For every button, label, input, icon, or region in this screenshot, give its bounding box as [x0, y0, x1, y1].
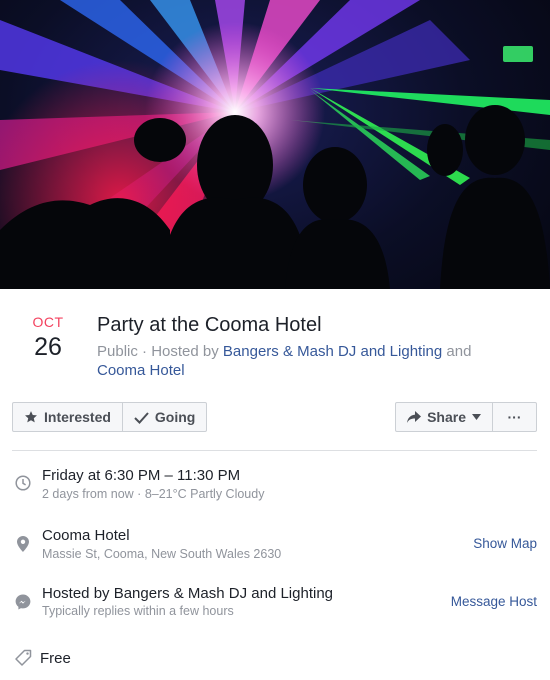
meta-separator: · [142, 343, 152, 360]
going-label: Going [154, 409, 196, 425]
interested-label: Interested [44, 409, 111, 425]
section-divider [12, 450, 537, 451]
host-link-primary[interactable]: Bangers & Mash DJ and Lighting [223, 343, 442, 360]
more-options-label: ··· [507, 409, 522, 425]
message-host-link[interactable]: Message Host [451, 594, 537, 609]
ticket-tag-icon [13, 648, 33, 668]
event-meta: Public · Hosted by Bangers & Mash DJ and… [97, 342, 517, 380]
checkmark-icon [134, 411, 149, 424]
event-time-row: Friday at 6:30 PM – 11:30 PM 2 days from… [0, 464, 550, 504]
share-button[interactable]: Share [396, 403, 492, 431]
interested-button[interactable]: Interested [13, 403, 122, 431]
share-arrow-icon [407, 411, 422, 423]
going-button[interactable]: Going [121, 403, 206, 431]
map-pin-icon [14, 535, 32, 553]
event-privacy: Public [97, 343, 138, 360]
event-time: Friday at 6:30 PM – 11:30 PM [42, 467, 241, 484]
event-day: 26 [34, 333, 62, 361]
event-host-row: Hosted by Bangers & Mash DJ and Lighting… [0, 583, 550, 623]
host-response-time: Typically replies within a few hours [42, 604, 234, 618]
location-address: Massie St, Cooma, New South Wales 2630 [42, 547, 282, 561]
event-location-row: Cooma Hotel Massie St, Cooma, New South … [0, 524, 550, 564]
event-price: Free [40, 650, 71, 667]
event-date-badge: OCT 26 [22, 314, 74, 362]
event-header: OCT 26 Party at the Cooma Hotel Public ·… [0, 289, 550, 389]
rsvp-button-group: Interested Going [12, 402, 208, 432]
star-icon [24, 410, 38, 424]
event-time-weather: 2 days from now · 8–21°C Partly Cloudy [42, 487, 265, 501]
laser-show-image [0, 0, 550, 289]
event-actions: Interested Going Share ··· [12, 402, 537, 432]
hosted-by-prefix: Hosted by [151, 343, 219, 360]
host-link-secondary[interactable]: Cooma Hotel [97, 362, 185, 379]
share-label: Share [427, 409, 466, 425]
event-month: OCT [32, 314, 64, 330]
more-options-button[interactable]: ··· [492, 403, 536, 431]
caret-down-icon [472, 414, 481, 420]
event-title: Party at the Cooma Hotel [97, 314, 322, 336]
host-line[interactable]: Hosted by Bangers & Mash DJ and Lighting [42, 584, 333, 603]
clock-icon [14, 474, 32, 492]
event-cover-photo[interactable] [0, 0, 550, 289]
share-button-group: Share ··· [395, 402, 537, 432]
location-name[interactable]: Cooma Hotel [42, 526, 130, 545]
and-word: and [446, 343, 472, 360]
event-price-row: Free [0, 646, 550, 670]
show-map-link[interactable]: Show Map [473, 536, 537, 551]
messenger-icon [14, 593, 32, 611]
